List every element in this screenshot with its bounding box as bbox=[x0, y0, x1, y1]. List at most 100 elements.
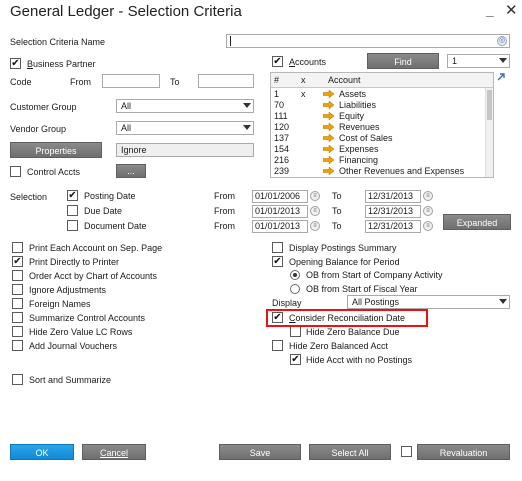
orange-arrow-icon[interactable] bbox=[323, 134, 334, 142]
orange-arrow-icon[interactable] bbox=[323, 112, 334, 120]
row-num: 239 bbox=[274, 166, 290, 176]
ok-button[interactable]: OK bbox=[10, 444, 74, 460]
criteria-name-input[interactable]: ◎ bbox=[226, 34, 510, 48]
selection-from-date[interactable]: 01/01/2013 bbox=[252, 220, 308, 233]
orange-arrow-icon[interactable] bbox=[323, 156, 334, 164]
consider-reconciliation-checkbox[interactable]: ✔ bbox=[272, 312, 283, 323]
revaluation-checkbox[interactable] bbox=[401, 446, 412, 457]
selection-from-label: From bbox=[214, 206, 235, 216]
display-select[interactable]: All Postings bbox=[347, 295, 510, 309]
scrollbar-thumb[interactable] bbox=[487, 90, 492, 120]
option-checkbox[interactable] bbox=[12, 326, 23, 337]
orange-arrow-icon[interactable] bbox=[323, 123, 334, 131]
properties-button[interactable]: Properties bbox=[10, 142, 102, 158]
properties-value: Ignore bbox=[116, 143, 254, 157]
control-accts-checkbox[interactable] bbox=[10, 166, 21, 177]
ob-company-label: OB from Start of Company Activity bbox=[306, 270, 443, 280]
ob-company-radio[interactable] bbox=[290, 270, 300, 280]
calendar-icon[interactable]: ≡ bbox=[310, 221, 320, 231]
selection-label: Selection bbox=[10, 192, 48, 202]
select-all-button[interactable]: Select All bbox=[309, 444, 391, 460]
table-row[interactable]: 1 x Assets bbox=[271, 89, 491, 99]
opening-balance-checkbox[interactable]: ✔ bbox=[272, 256, 283, 267]
selection-checkbox[interactable] bbox=[67, 220, 78, 231]
table-row[interactable]: 154 Expenses bbox=[271, 144, 491, 154]
option-checkbox[interactable]: ✔ bbox=[12, 256, 23, 267]
table-row[interactable]: 239 Other Revenues and Expenses bbox=[271, 166, 491, 176]
option-checkbox[interactable] bbox=[12, 284, 23, 295]
hide-zero-balance-due-checkbox[interactable] bbox=[290, 326, 301, 337]
ob-fiscal-radio[interactable] bbox=[290, 284, 300, 294]
criteria-name-label: Selection Criteria Name bbox=[10, 37, 106, 47]
calendar-icon[interactable]: ≡ bbox=[310, 206, 320, 216]
option-label: Add Journal Vouchers bbox=[29, 341, 118, 351]
option-checkbox[interactable] bbox=[12, 242, 23, 253]
table-row[interactable]: 70 Liabilities bbox=[271, 100, 491, 110]
link-arrow-icon[interactable]: ◎ bbox=[497, 36, 507, 46]
selection-checkbox[interactable] bbox=[67, 205, 78, 216]
option-checkbox[interactable] bbox=[12, 298, 23, 309]
row-num: 154 bbox=[274, 144, 290, 154]
option-checkbox[interactable] bbox=[12, 340, 23, 351]
consider-reconciliation-label: Consider Reconciliation Date bbox=[289, 313, 406, 323]
business-partner-checkbox[interactable]: ✔ bbox=[10, 58, 21, 69]
orange-arrow-icon[interactable] bbox=[323, 90, 334, 98]
option-label: Summarize Control Accounts bbox=[29, 313, 146, 323]
display-postings-summary-checkbox[interactable] bbox=[272, 242, 283, 253]
table-row[interactable]: 111 Equity bbox=[271, 111, 491, 121]
orange-arrow-icon[interactable] bbox=[323, 145, 334, 153]
cancel-button[interactable]: Cancel bbox=[82, 444, 146, 460]
option-label: Print Each Account on Sep. Page bbox=[29, 243, 163, 253]
table-scrollbar[interactable] bbox=[485, 88, 493, 177]
table-row[interactable]: 216 Financing bbox=[271, 155, 491, 165]
calendar-icon[interactable]: ≡ bbox=[423, 221, 433, 231]
selection-to-date[interactable]: 12/31/2013 bbox=[365, 220, 421, 233]
text-cursor bbox=[230, 36, 231, 46]
dropdown-arrow-icon bbox=[243, 125, 251, 130]
table-row[interactable]: 137 Cost of Sales bbox=[271, 133, 491, 143]
row-num: 120 bbox=[274, 122, 290, 132]
option-checkbox[interactable] bbox=[12, 312, 23, 323]
code-from-input[interactable] bbox=[102, 74, 160, 88]
customer-group-label: Customer Group bbox=[10, 102, 77, 112]
save-button[interactable]: Save bbox=[219, 444, 301, 460]
col-header-x: x bbox=[301, 75, 306, 85]
hide-acct-no-postings-checkbox[interactable]: ✔ bbox=[290, 354, 301, 365]
calendar-icon[interactable]: ≡ bbox=[423, 191, 433, 201]
minimize-button[interactable]: _ bbox=[486, 2, 494, 18]
vendor-group-select[interactable]: All bbox=[116, 121, 254, 135]
selection-to-date[interactable]: 12/31/2013 bbox=[365, 190, 421, 203]
hide-zero-balance-due-label: Hide Zero Balance Due bbox=[306, 327, 400, 337]
table-row[interactable]: 120 Revenues bbox=[271, 122, 491, 132]
accounts-page-select[interactable]: 1 bbox=[447, 54, 510, 68]
selection-checkbox[interactable]: ✔ bbox=[67, 190, 78, 201]
sort-summarize-checkbox[interactable] bbox=[12, 374, 23, 385]
calendar-icon[interactable]: ≡ bbox=[310, 191, 320, 201]
customer-group-select[interactable]: All bbox=[116, 99, 254, 113]
option-label: Hide Zero Value LC Rows bbox=[29, 327, 133, 337]
selection-from-date[interactable]: 01/01/2013 bbox=[252, 205, 308, 218]
control-accts-label: Control Accts bbox=[27, 167, 81, 177]
expanded-button[interactable]: Expanded bbox=[443, 214, 511, 230]
orange-arrow-icon[interactable] bbox=[323, 167, 334, 175]
accounts-table[interactable]: # x Account 1 x Assets 70 Liabilities 111 Equi… bbox=[270, 72, 494, 178]
control-accts-browse-button[interactable]: ... bbox=[116, 164, 146, 178]
selection-from-date[interactable]: 01/01/2006 bbox=[252, 190, 308, 203]
orange-arrow-icon[interactable] bbox=[323, 101, 334, 109]
expand-arrow-icon[interactable] bbox=[496, 72, 506, 82]
code-to-input[interactable] bbox=[198, 74, 254, 88]
close-button[interactable]: ✕ bbox=[505, 1, 518, 19]
selection-from-label: From bbox=[214, 191, 235, 201]
selection-row-label: Posting Date bbox=[84, 191, 136, 201]
find-button[interactable]: Find bbox=[367, 53, 439, 69]
sort-summarize-label: Sort and Summarize bbox=[29, 375, 112, 385]
table-header: # x Account bbox=[271, 73, 493, 88]
hide-zero-balanced-acct-checkbox[interactable] bbox=[272, 340, 283, 351]
accounts-checkbox[interactable]: ✔ bbox=[272, 56, 283, 67]
selection-from-label: From bbox=[214, 221, 235, 231]
calendar-icon[interactable]: ≡ bbox=[423, 206, 433, 216]
revaluation-button[interactable]: Revaluation bbox=[417, 444, 510, 460]
selection-to-date[interactable]: 12/31/2013 bbox=[365, 205, 421, 218]
row-account: Revenues bbox=[339, 122, 380, 132]
option-checkbox[interactable] bbox=[12, 270, 23, 281]
